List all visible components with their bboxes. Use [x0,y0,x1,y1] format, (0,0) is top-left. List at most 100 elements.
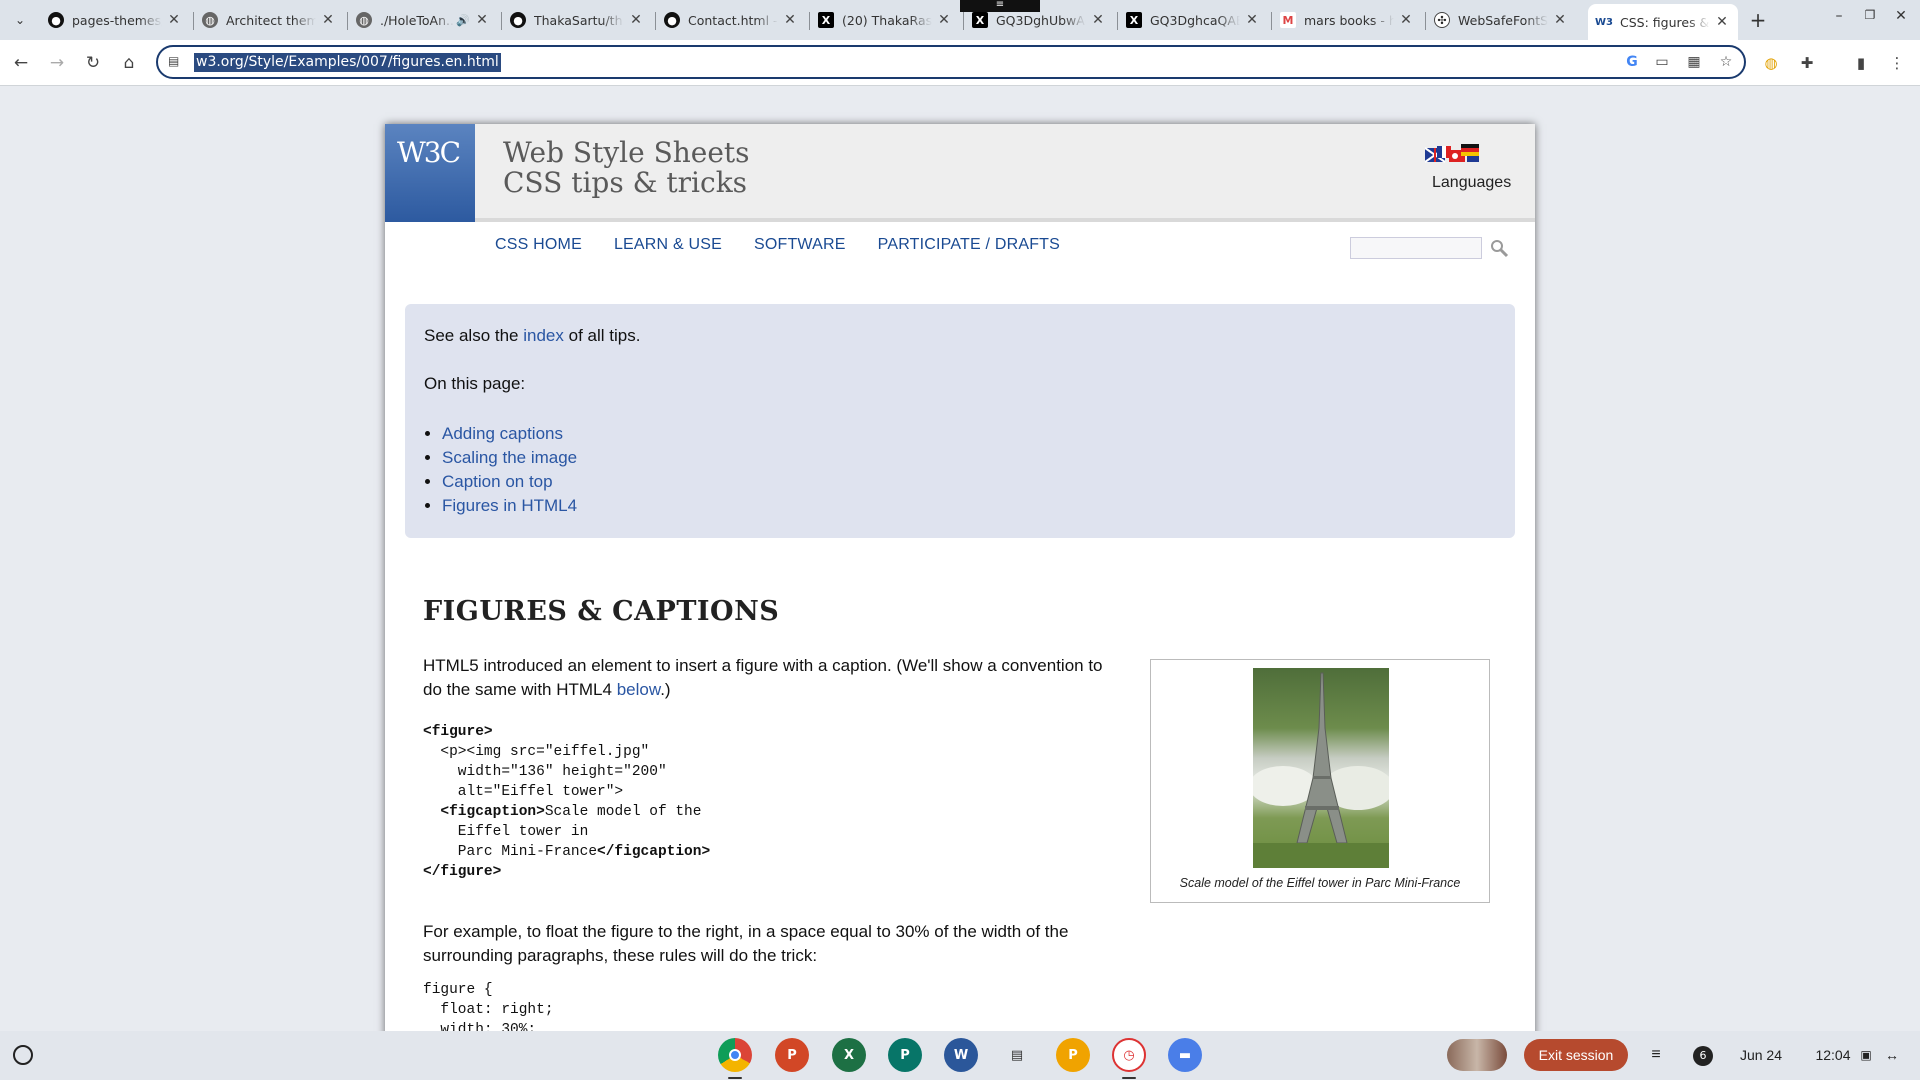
figure-caption: Scale model of the Eiffel tower in Parc … [1179,876,1461,890]
tab-thakasartu[interactable]: ● ThakaSartu/th... ✕ [502,4,652,36]
site-search-input[interactable] [1350,237,1482,259]
tab-x-gq3dghubwag[interactable]: X GQ3DghUbwAg... ✕ [964,4,1114,36]
tab-holetoan[interactable]: ◍ ./HoleToAn... 🔊 ✕ [348,4,498,36]
menu-css-home[interactable]: CSS HOME [495,236,582,258]
audio-playing-icon[interactable]: 🔊 [456,14,470,27]
close-icon[interactable]: ✕ [474,12,490,28]
tab-x-thakaras[interactable]: X (20) ThakaRas... ✕ [810,4,960,36]
extension-color-icon[interactable]: ◍ [1758,50,1784,76]
tab-architect-theme[interactable]: ◍ Architect theme ✕ [194,4,344,36]
below-link[interactable]: below [617,680,660,699]
close-icon[interactable]: ✕ [166,12,182,28]
os-shelf: P X P W ▤ P ◷ ▬ Exit session ≡ 6 Jun 24 … [0,1031,1920,1080]
tab-contact-html[interactable]: ● Contact.html - ... ✕ [656,4,806,36]
float-paragraph: For example, to float the figure to the … [423,922,1069,965]
new-tab-button[interactable]: + [1746,8,1770,32]
tab-websafefonts[interactable]: ✣ WebSafeFontS... ✕ [1426,4,1576,36]
exit-session-button[interactable]: Exit session [1524,1039,1628,1071]
site-banner: W3C Web Style Sheets CSS tips & tricks L… [385,124,1535,222]
tab-search-icon[interactable]: ⌄ [10,10,30,30]
close-icon[interactable]: ✕ [1244,12,1260,28]
files-icon[interactable]: ▬ [1168,1038,1202,1072]
github-icon: ● [664,12,680,28]
close-icon[interactable]: ✕ [320,12,336,28]
back-button[interactable]: ← [8,50,34,76]
menu-software[interactable]: SOFTWARE [754,236,846,258]
list-item: Figures in HTML4 [442,494,1496,518]
network-icon[interactable]: ↔ [1880,1039,1904,1071]
extensions-puzzle-icon[interactable]: ✚ [1794,50,1820,76]
url-text[interactable]: w3.org/Style/Examples/007/figures.en.htm… [194,53,501,72]
tab-mars-books[interactable]: M mars books - h... ✕ [1272,4,1422,36]
site-info-icon[interactable]: ▤ [168,54,184,70]
address-bar[interactable]: ▤ w3.org/Style/Examples/007/figures.en.h… [156,45,1746,79]
browser-toolbar: ← → ↻ ⌂ ▤ w3.org/Style/Examples/007/figu… [0,40,1920,86]
excel-icon[interactable]: X [832,1038,866,1072]
publisher-icon[interactable]: P [888,1038,922,1072]
powerpoint-icon[interactable]: P [775,1038,809,1072]
close-icon[interactable]: ✕ [1714,14,1730,30]
eiffel-tower-photo [1253,668,1389,868]
site-title: Web Style Sheets CSS tips & tricks [503,138,750,198]
notification-badge[interactable]: 6 [1693,1046,1713,1066]
on-this-page-label: On this page: [424,374,526,393]
site-menu: CSS HOME LEARN & USE SOFTWARE PARTICIPAT… [495,236,1092,258]
launcher-button[interactable] [13,1045,33,1065]
x-icon: X [818,12,834,28]
restore-button[interactable]: ❐ [1860,8,1880,22]
code-example-figure: <figure> <p><img src="eiffel.jpg" width=… [423,724,711,880]
slides-icon[interactable]: P [1056,1038,1090,1072]
site-title-line1: Web Style Sheets [503,136,750,169]
avatar[interactable] [1447,1039,1507,1071]
tab-pages-themes[interactable]: ● pages-themes/... ✕ [40,4,190,36]
chrome-icon[interactable] [718,1038,752,1072]
section-heading: FIGURES & CAPTIONS [423,596,780,627]
close-icon[interactable]: ✕ [628,12,644,28]
figure-example: Scale model of the Eiffel tower in Parc … [1150,659,1490,903]
menu-learn-use[interactable]: LEARN & USE [614,236,722,258]
side-panel-icon[interactable]: ▮ [1848,50,1874,76]
window-close-button[interactable]: ✕ [1891,8,1911,24]
close-icon[interactable]: ✕ [1090,12,1106,28]
forward-button[interactable]: → [44,50,70,76]
index-link[interactable]: index [523,326,564,345]
more-menu-icon[interactable]: ⋮ [1884,50,1910,76]
date-label[interactable]: Jun 24 [1728,1039,1794,1071]
toc-link-caption-on-top[interactable]: Caption on top [442,472,553,491]
globe-icon: ◍ [202,12,218,28]
close-icon[interactable]: ✕ [782,12,798,28]
x-icon: X [1126,12,1142,28]
close-icon[interactable]: ✕ [1552,12,1568,28]
menu-participate-drafts[interactable]: PARTICIPATE / DRAFTS [878,236,1060,258]
home-button[interactable]: ⌂ [116,50,142,76]
bookmark-star-icon[interactable]: ☆ [1716,54,1736,74]
tab-x-gq3dghcaqae[interactable]: X GQ3DghcaQAE... ✕ [1118,4,1268,36]
language-flags-icon[interactable] [1425,142,1479,166]
close-icon[interactable]: ✕ [936,12,952,28]
gmail-icon: M [1280,12,1296,28]
keyboard-icon[interactable]: ▣ [1856,1039,1876,1071]
w3c-logo[interactable]: W3C [385,124,475,222]
languages-link[interactable]: Languages [1432,174,1511,192]
magnifier-icon[interactable] [1489,238,1511,260]
toc-link-adding-captions[interactable]: Adding captions [442,424,563,443]
google-lens-icon[interactable]: G [1622,54,1642,74]
toc-link-figures-html4[interactable]: Figures in HTML4 [442,496,577,515]
time-label[interactable]: 12:04 [1808,1039,1858,1071]
close-icon[interactable]: ✕ [1398,12,1414,28]
toc-link-scaling-image[interactable]: Scaling the image [442,448,577,467]
qr-code-icon[interactable]: ▦ [1684,54,1704,74]
toc-box: See also the index of all tips. On this … [405,304,1515,538]
docs-icon[interactable]: ▤ [1000,1038,1034,1072]
install-app-icon[interactable]: ▭ [1652,54,1672,74]
page-viewport: W3C Web Style Sheets CSS tips & tricks L… [0,86,1920,1031]
media-controls-icon[interactable]: ≡ [1643,1039,1669,1071]
word-icon[interactable]: W [944,1038,978,1072]
tab-css-figures[interactable]: W3 CSS: figures & c... ✕ [1588,4,1738,40]
site-title-line2: CSS tips & tricks [503,166,748,199]
reload-button[interactable]: ↻ [80,50,106,76]
w3c-page: W3C Web Style Sheets CSS tips & tricks L… [385,124,1535,1031]
code-example-css: figure { float: right; width: 30%; [423,982,554,1031]
minimize-button[interactable]: – [1829,8,1849,24]
timer-icon[interactable]: ◷ [1112,1038,1146,1072]
